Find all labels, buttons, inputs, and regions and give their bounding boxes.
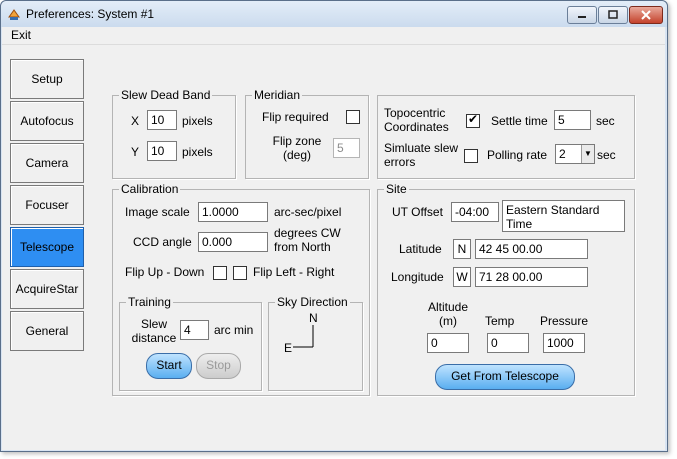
image-scale-input[interactable]: 1.0000 <box>198 202 268 222</box>
meridian-legend: Meridian <box>252 88 303 102</box>
close-button[interactable] <box>629 6 663 24</box>
close-icon <box>641 10 651 20</box>
slew-distance-input[interactable]: 4 <box>180 320 209 340</box>
settle-unit-label: sec <box>596 114 615 128</box>
slew-distance-label: Slew distance <box>131 317 177 345</box>
simulate-slew-errors-label: Simluate slew errors <box>384 141 459 169</box>
longitude-hemisphere-input[interactable]: W <box>453 267 471 287</box>
meridian-group: Meridian Flip required Flip zone (deg) 5 <box>245 88 369 179</box>
longitude-label: Longitude <box>391 270 444 284</box>
altitude-label: Altitude (m) <box>427 300 469 328</box>
app-icon <box>8 9 20 20</box>
topocentric-checkbox[interactable] <box>466 112 480 128</box>
training-group: Training Slew distance 4 arc min Start S… <box>119 295 262 391</box>
latitude-input[interactable]: 42 45 00.00 <box>475 239 588 259</box>
polling-rate-label: Polling rate <box>487 148 548 162</box>
start-button[interactable]: Start <box>146 353 192 379</box>
settle-time-label: Settle time <box>491 114 548 128</box>
calibration-group: Calibration Image scale 1.0000 arc-sec/p… <box>112 182 370 396</box>
x-unit-label: pixels <box>182 114 213 128</box>
flip-required-checkbox[interactable] <box>346 110 360 124</box>
pressure-input[interactable]: 1000 <box>543 333 585 353</box>
nav-telescope[interactable]: Telescope <box>10 227 84 267</box>
flip-zone-label: Flip zone (deg) <box>272 134 322 162</box>
simulate-slew-errors-checkbox[interactable] <box>464 149 478 163</box>
site-legend: Site <box>384 182 409 196</box>
longitude-input[interactable]: 71 28 00.00 <box>475 267 588 287</box>
flip-required-label: Flip required <box>262 110 329 124</box>
preferences-content: Setup Autofocus Camera Focuser Telescope… <box>2 45 665 450</box>
site-group: Site UT Offset -04:00 Eastern Standard T… <box>377 182 635 396</box>
dead-band-y-input[interactable]: 10 <box>147 141 177 161</box>
chevron-down-icon[interactable]: ▼ <box>581 145 594 163</box>
maximize-icon <box>608 10 618 19</box>
flip-up-down-label: Flip Up - Down <box>125 265 205 279</box>
settle-time-input[interactable]: 5 <box>554 110 591 130</box>
latitude-label: Latitude <box>399 242 442 256</box>
maximize-button[interactable] <box>598 6 628 24</box>
menu-exit[interactable]: Exit <box>11 28 31 42</box>
image-scale-label: Image scale <box>125 205 190 219</box>
flip-up-down-checkbox[interactable] <box>213 266 227 280</box>
latitude-hemisphere-input[interactable]: N <box>453 239 471 259</box>
nav-general[interactable]: General <box>10 311 84 351</box>
y-label: Y <box>131 145 140 159</box>
nav-camera[interactable]: Camera <box>10 143 84 183</box>
flip-left-right-checkbox[interactable] <box>233 266 247 280</box>
flip-zone-input[interactable]: 5 <box>333 138 360 158</box>
x-label: X <box>131 114 140 128</box>
topocentric-label: Topocentric Coordinates <box>384 106 449 134</box>
image-scale-unit: arc-sec/pixel <box>274 205 342 219</box>
altitude-input[interactable]: 0 <box>427 333 469 353</box>
nav-setup[interactable]: Setup <box>10 59 84 99</box>
minimize-button[interactable] <box>567 6 597 24</box>
dead-band-x-input[interactable]: 10 <box>147 110 177 130</box>
preferences-window: Preferences: System #1 Exit Setup Autofo… <box>0 0 668 452</box>
menu-bar: Exit <box>2 27 665 45</box>
nav-focuser[interactable]: Focuser <box>10 185 84 225</box>
stop-button[interactable]: Stop <box>196 353 241 379</box>
slew-distance-unit: arc min <box>214 323 254 337</box>
sky-direction-group: Sky Direction N E <box>268 295 363 391</box>
title-bar[interactable]: Preferences: System #1 <box>1 1 667 27</box>
slew-dead-band-group: Slew Dead Band X 10 pixels Y 10 pixels <box>112 88 236 179</box>
slew-dead-band-legend: Slew Dead Band <box>119 88 213 102</box>
polling-rate-select[interactable]: 2 ▼ <box>555 144 595 164</box>
polling-unit-label: sec <box>597 148 616 162</box>
ut-offset-input[interactable]: -04:00 <box>451 202 499 222</box>
ut-offset-label: UT Offset <box>392 205 443 219</box>
temp-input[interactable]: 0 <box>487 333 529 353</box>
nav-autofocus[interactable]: Autofocus <box>10 101 84 141</box>
nav-acquirestar[interactable]: AcquireStar <box>10 269 84 309</box>
ccd-angle-label: CCD angle <box>133 235 192 249</box>
get-from-telescope-button[interactable]: Get From Telescope <box>435 364 575 390</box>
east-label: E <box>284 341 293 355</box>
ccd-angle-unit: degrees CW from North <box>274 226 341 254</box>
minimize-icon <box>578 16 586 18</box>
ccd-angle-input[interactable]: 0.000 <box>198 232 268 252</box>
calibration-legend: Calibration <box>119 182 181 196</box>
north-label: N <box>309 311 318 325</box>
polling-rate-value: 2 <box>559 147 566 161</box>
flip-left-right-label: Flip Left - Right <box>253 265 335 279</box>
training-legend: Training <box>126 295 173 309</box>
window-title: Preferences: System #1 <box>26 7 155 21</box>
telescope-options-group: Topocentric Coordinates Settle time 5 se… <box>377 95 635 179</box>
timezone-field[interactable]: Eastern Standard Time <box>502 200 625 232</box>
pressure-label: Pressure <box>540 314 589 328</box>
temp-label: Temp <box>485 314 515 328</box>
y-unit-label: pixels <box>182 145 213 159</box>
